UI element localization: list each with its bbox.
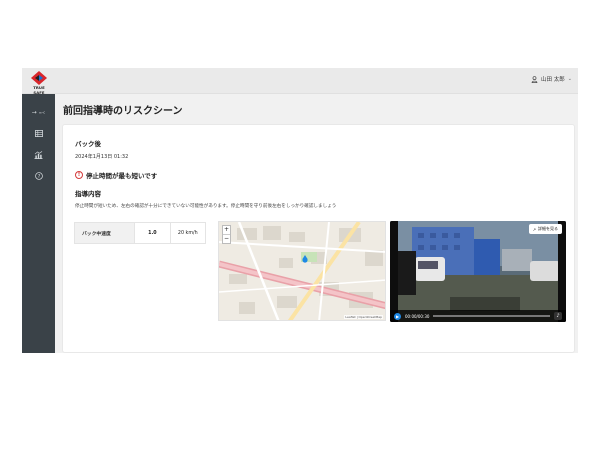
alert-icon: ! bbox=[75, 171, 83, 179]
map-attribution[interactable]: Leaflet | OpenStreetMap bbox=[344, 315, 383, 319]
map-zoom-control: + − bbox=[222, 225, 231, 244]
brand-logo[interactable]: TRUE SAFE bbox=[27, 70, 51, 95]
volume-button[interactable]: ♪ bbox=[554, 312, 562, 320]
risk-scene-card: バック後 2024年1月13日 01:32 ! 停止時間が最も短いです 指導内容… bbox=[62, 124, 575, 353]
chevron-down-icon: ⌄ bbox=[567, 76, 572, 82]
zoom-out-button[interactable]: − bbox=[223, 234, 230, 243]
speed-value-b: 20 km/h bbox=[169, 223, 205, 243]
video-progress[interactable] bbox=[433, 315, 550, 317]
sidebar-item-table[interactable] bbox=[22, 130, 55, 137]
sidebar-item-chart[interactable] bbox=[22, 151, 55, 159]
warning-message: ! 停止時間が最も短いです bbox=[75, 170, 157, 180]
user-menu[interactable]: 山田 太郎 ⌄ bbox=[531, 75, 572, 83]
chart-icon bbox=[34, 151, 43, 159]
guidance-text: 停止時間が短いため、左右の確認が十分にできていない可能性があります。停止時間を守… bbox=[75, 204, 337, 209]
speed-value-a: 1.0 bbox=[134, 223, 169, 243]
table-icon bbox=[34, 130, 43, 137]
logo-mark-icon bbox=[31, 71, 47, 85]
sidebar: → ≡< ? bbox=[22, 94, 55, 353]
top-bar: TRUE SAFE 山田 太郎 ⌄ bbox=[22, 68, 578, 95]
sidebar-collapse-button[interactable]: → ≡< bbox=[22, 109, 55, 116]
user-name: 山田 太郎 bbox=[541, 77, 565, 83]
video-detail-button[interactable]: ↗ 詳細を見る bbox=[528, 224, 562, 234]
person-icon bbox=[531, 75, 538, 83]
help-icon: ? bbox=[34, 172, 43, 180]
scene-datetime: 2024年1月13日 01:32 bbox=[75, 154, 129, 160]
video-time: 00:00/00:30 bbox=[405, 313, 430, 319]
location-map[interactable]: + − Leaflet | OpenStreetMap bbox=[218, 221, 386, 321]
app-window: TRUE SAFE 山田 太郎 ⌄ → ≡< ? 前回指導時のリスクシーン バッ… bbox=[22, 68, 578, 353]
video-frame bbox=[390, 221, 566, 322]
main-content: 前回指導時のリスクシーン バック後 2024年1月13日 01:32 ! 停止時… bbox=[55, 94, 578, 353]
arrow-right-icon: → bbox=[31, 109, 37, 116]
map-tiles bbox=[219, 222, 385, 320]
speed-table: バック中速度 1.0 20 km/h bbox=[74, 222, 206, 244]
play-button[interactable]: ▶ bbox=[394, 312, 401, 320]
video-controls: ▶ 00:00/00:30 ♪ bbox=[390, 310, 566, 322]
sidebar-item-help[interactable]: ? bbox=[22, 172, 55, 180]
video-player[interactable]: ↗ 詳細を見る ▶ 00:00/00:30 ♪ bbox=[390, 221, 566, 322]
zoom-in-button[interactable]: + bbox=[223, 226, 230, 234]
play-icon: ▶ bbox=[395, 313, 400, 319]
speed-header: バック中速度 bbox=[75, 223, 135, 243]
scene-title: バック後 bbox=[75, 140, 101, 148]
warning-text: 停止時間が最も短いです bbox=[86, 172, 158, 180]
collapse-icon: ≡< bbox=[38, 110, 46, 115]
volume-icon: ♪ bbox=[556, 313, 560, 319]
guidance-title: 指導内容 bbox=[75, 190, 101, 198]
page-title: 前回指導時のリスクシーン bbox=[63, 106, 183, 117]
video-detail-label: 詳細を見る bbox=[538, 226, 558, 231]
external-link-icon: ↗ bbox=[532, 226, 536, 232]
